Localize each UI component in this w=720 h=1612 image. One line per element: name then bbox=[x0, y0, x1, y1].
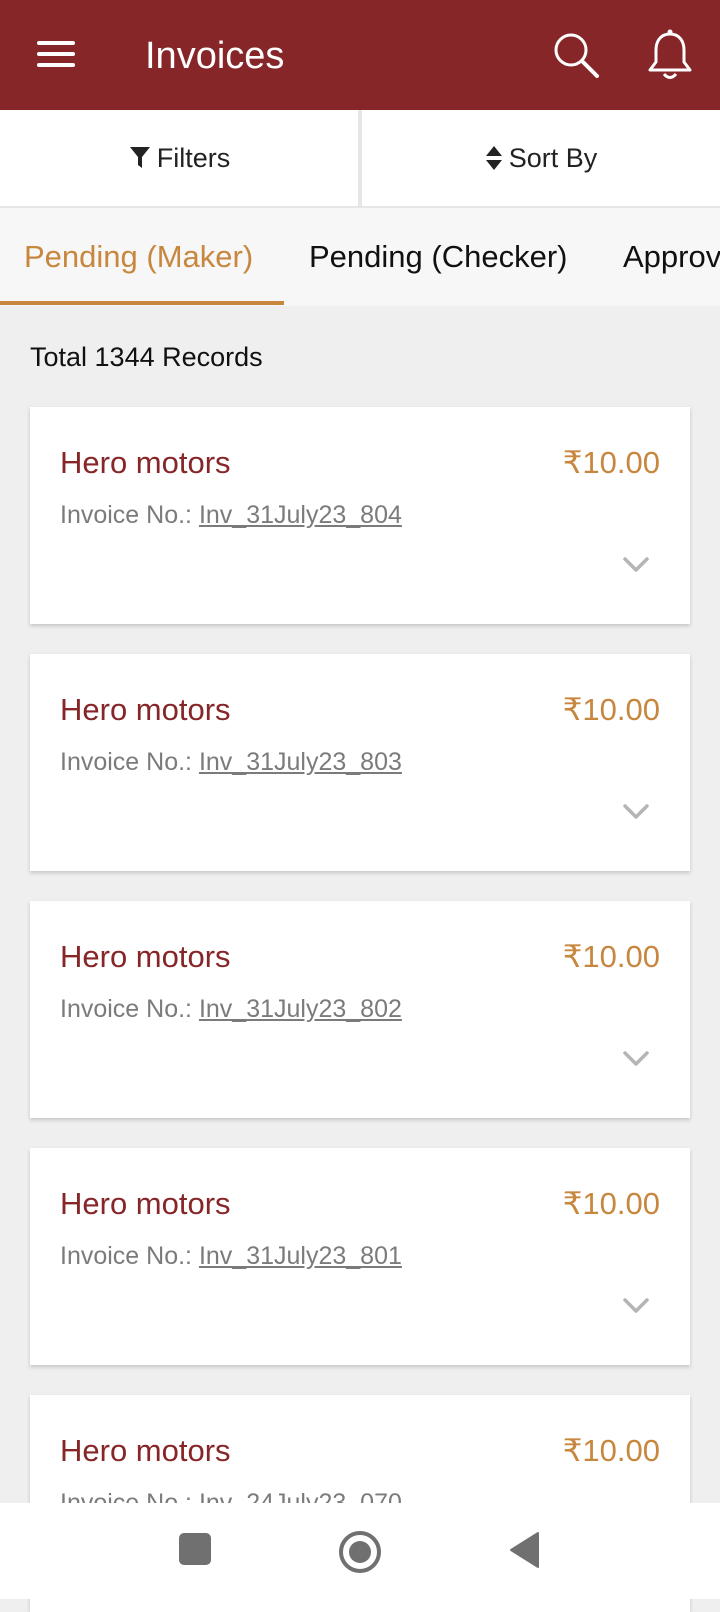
invoice-amount: ₹10.00 bbox=[562, 1433, 660, 1468]
sort-button[interactable]: Sort By bbox=[362, 110, 720, 206]
sort-label: Sort By bbox=[508, 142, 598, 173]
invoice-number-label: Invoice No.: bbox=[60, 1242, 199, 1270]
chevron-down-icon[interactable] bbox=[622, 803, 650, 821]
bell-icon[interactable] bbox=[646, 28, 694, 82]
vendor-name: Hero motors bbox=[60, 1433, 231, 1468]
sort-icon bbox=[485, 146, 502, 170]
invoice-amount: ₹10.00 bbox=[562, 692, 660, 727]
invoice-number-label: Invoice No.: bbox=[60, 748, 199, 776]
invoice-number-label: Invoice No.: bbox=[60, 995, 199, 1023]
back-icon[interactable] bbox=[508, 1531, 540, 1569]
invoice-number-row: Invoice No.: Inv_31July23_801 bbox=[60, 1240, 402, 1272]
invoice-number-row: Invoice No.: Inv_31July23_803 bbox=[60, 746, 402, 778]
active-tab-indicator bbox=[0, 301, 284, 305]
vendor-name: Hero motors bbox=[60, 692, 231, 727]
invoice-card[interactable]: Hero motors ₹10.00 Invoice No.: Inv_31Ju… bbox=[30, 407, 690, 624]
invoice-number-link[interactable]: Inv_31July23_803 bbox=[199, 748, 402, 776]
tab-approved[interactable]: Approv bbox=[623, 208, 720, 306]
invoice-number-row: Invoice No.: Inv_31July23_802 bbox=[60, 993, 402, 1025]
chevron-down-icon[interactable] bbox=[622, 1050, 650, 1068]
invoice-number-row: Invoice No.: Inv_31July23_804 bbox=[60, 499, 402, 531]
invoice-number-link[interactable]: Inv_31July23_804 bbox=[199, 501, 402, 529]
home-icon[interactable] bbox=[338, 1530, 382, 1574]
page-title: Invoices bbox=[145, 35, 285, 77]
app-bar: Invoices bbox=[0, 0, 720, 110]
invoice-number-label: Invoice No.: bbox=[60, 501, 199, 529]
vendor-name: Hero motors bbox=[60, 445, 231, 480]
records-count: Total 1344 Records bbox=[30, 342, 263, 372]
vendor-name: Hero motors bbox=[60, 1186, 231, 1221]
chevron-down-icon[interactable] bbox=[622, 1297, 650, 1315]
chevron-down-icon[interactable] bbox=[622, 556, 650, 574]
filter-sort-bar: Filters Sort By bbox=[0, 110, 720, 208]
filters-button[interactable]: Filters bbox=[0, 110, 359, 206]
filter-icon bbox=[129, 147, 150, 168]
menu-icon[interactable] bbox=[37, 41, 75, 67]
invoice-card[interactable]: Hero motors ₹10.00 Invoice No.: Inv_31Ju… bbox=[30, 1148, 690, 1365]
invoice-amount: ₹10.00 bbox=[562, 445, 660, 480]
system-nav-bar bbox=[0, 1503, 720, 1599]
invoice-card[interactable]: Hero motors ₹10.00 Invoice No.: Inv_31Ju… bbox=[30, 901, 690, 1118]
invoice-card[interactable]: Hero motors ₹10.00 Invoice No.: Inv_31Ju… bbox=[30, 654, 690, 871]
invoice-number-link[interactable]: Inv_31July23_801 bbox=[199, 1242, 402, 1270]
invoice-number-link[interactable]: Inv_31July23_802 bbox=[199, 995, 402, 1023]
vendor-name: Hero motors bbox=[60, 939, 231, 974]
status-tabs: Pending (Maker) Pending (Checker) Approv bbox=[0, 208, 720, 306]
filters-label: Filters bbox=[156, 142, 231, 173]
invoice-amount: ₹10.00 bbox=[562, 1186, 660, 1221]
search-icon[interactable] bbox=[551, 30, 601, 80]
invoice-amount: ₹10.00 bbox=[562, 939, 660, 974]
tab-pending-maker[interactable]: Pending (Maker) bbox=[24, 208, 253, 306]
recent-apps-icon[interactable] bbox=[179, 1533, 211, 1565]
tab-pending-checker[interactable]: Pending (Checker) bbox=[309, 208, 567, 306]
